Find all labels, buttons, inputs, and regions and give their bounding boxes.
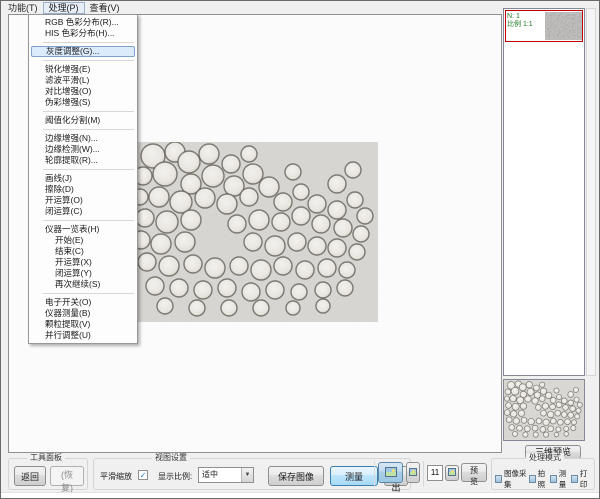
menu-separator [43,42,134,43]
menu-item[interactable]: 闭运算(C) [29,206,137,217]
picture-icon [529,475,536,483]
mode-item[interactable]: 图像采集 [495,468,529,490]
picture-icon [495,475,502,483]
scale-combobox[interactable]: 适中 ▼ [198,467,254,483]
image-small-button[interactable] [406,462,420,483]
menu-item[interactable]: 闭运算(Y) [29,268,137,279]
picture-icon [550,475,557,483]
menu-item[interactable]: 开运算(X) [29,257,137,268]
menu-item[interactable]: 开始(E) [29,235,137,246]
menu-item[interactable]: 再次继续(S) [29,279,137,290]
menu-item[interactable]: 阈值化分割(M) [29,115,137,126]
menu-item[interactable]: HIS 色彩分布(H)... [29,28,137,39]
result-list-item-selected[interactable]: N: 1 比例 1:1 [505,10,583,42]
menu-item[interactable]: RGB 色彩分布(R)... [29,17,137,28]
menu-separator [43,169,134,170]
result-item-thumbnail [545,12,582,40]
picture-icon [448,468,456,476]
browse-button[interactable]: 预览 [461,463,487,482]
mode-item-label: 图像采集 [504,468,529,490]
toolbar-group-view: 视图设置 平滑缩放 ✓ 显示比例: 适中 ▼ 保存图像 测量 退出 [93,458,411,490]
mode-item[interactable]: 打印 [571,468,592,490]
mode-item-label: 测量 [559,468,571,490]
menu-item[interactable]: 开运算(O) [29,195,137,206]
toolbar-group-tools: 工具面板 返回 (恢复) [8,458,88,490]
status-strip [1,492,599,499]
toolbar-divider [374,461,375,487]
menu-item[interactable]: 滤波平滑(L) [29,75,137,86]
toolbar-group-mode: 处理模式 图像采集拍照测量打印 [491,458,595,490]
menu-separator [43,60,134,61]
mode-item[interactable]: 测量 [550,468,571,490]
chevron-down-icon[interactable]: ▼ [241,468,253,482]
toolbar-divider [423,461,424,487]
menu-separator [43,111,134,112]
menu-function[interactable]: 功能(T) [3,2,43,14]
menu-item[interactable]: 边缘检测(W)... [29,144,137,155]
scale-label: 显示比例: [158,471,192,482]
menu-item[interactable]: 颗粒提取(V) [29,319,137,330]
tem-particle-image [131,142,378,322]
mode-items: 图像采集拍照测量打印 [495,468,592,490]
toolbar-group-mode-label: 处理模式 [526,453,564,463]
menu-item[interactable]: 电子开关(O) [29,297,137,308]
menu-separator [43,129,134,130]
back-button[interactable]: 返回 [14,466,46,486]
menu-item[interactable]: 画线(J) [29,173,137,184]
image-refresh-button[interactable] [445,465,459,481]
smooth-zoom-checkbox[interactable]: ✓ [138,470,148,480]
scale-combobox-value: 适中 [202,470,218,479]
mode-item-label: 打印 [580,468,592,490]
menu-separator [43,293,134,294]
restore-button: (恢复) [50,466,84,486]
app-window: 功能(T) 处理(P) 查看(V) RGB 色彩分布(R)...HIS 色彩分布… [0,0,600,499]
smooth-zoom-label: 平滑缩放 [100,471,132,482]
mode-item-label: 拍照 [538,468,550,490]
picture-icon [409,468,417,476]
menu-item[interactable]: 对比增强(O) [29,86,137,97]
menu-item[interactable]: 灰度调整(G)... [31,46,135,57]
result-item-info: N: 1 比例 1:1 [506,11,545,41]
menu-item[interactable]: 仪器测量(B) [29,308,137,319]
process-dropdown-menu: RGB 色彩分布(R)...HIS 色彩分布(H)... 灰度调整(G)... 锐化… [28,14,138,344]
menu-item[interactable]: 并行调整(U) [29,330,137,341]
menu-item[interactable]: 结束(C) [29,246,137,257]
measure-button[interactable]: 测量 [330,466,378,486]
image-mode-button[interactable] [378,462,403,483]
mode-item[interactable]: 拍照 [529,468,550,490]
picture-icon [385,467,397,477]
menu-item[interactable]: 伪彩增强(S) [29,97,137,108]
result-list[interactable]: N: 1 比例 1:1 [503,8,585,376]
menu-item[interactable]: 擦除(D) [29,184,137,195]
menu-view[interactable]: 查看(V) [85,2,125,14]
result-item-line1: N: 1 [507,13,544,21]
menu-item[interactable]: 轮廓提取(R)... [29,155,137,166]
overview-thumbnail [504,380,584,440]
frame-count-spinner[interactable]: 11 [427,465,443,481]
result-list-scrollbar[interactable] [586,8,596,376]
toolbar-group-view-label: 视图设置 [152,453,190,463]
menu-item[interactable]: 锐化增强(E) [29,64,137,75]
toolbar-group-tools-label: 工具面板 [27,453,65,463]
menu-item[interactable]: 仪器一览表(H) [29,224,137,235]
overview-thumbnail-panel [503,379,585,441]
menu-separator [43,220,134,221]
menu-item[interactable]: 边缘增强(N)... [29,133,137,144]
results-panel: N: 1 比例 1:1 三维预览 [503,8,596,454]
menu-process[interactable]: 处理(P) [43,2,85,14]
result-item-line2: 比例 1:1 [507,21,544,29]
picture-icon [571,475,578,483]
save-image-button[interactable]: 保存图像 [268,466,324,486]
